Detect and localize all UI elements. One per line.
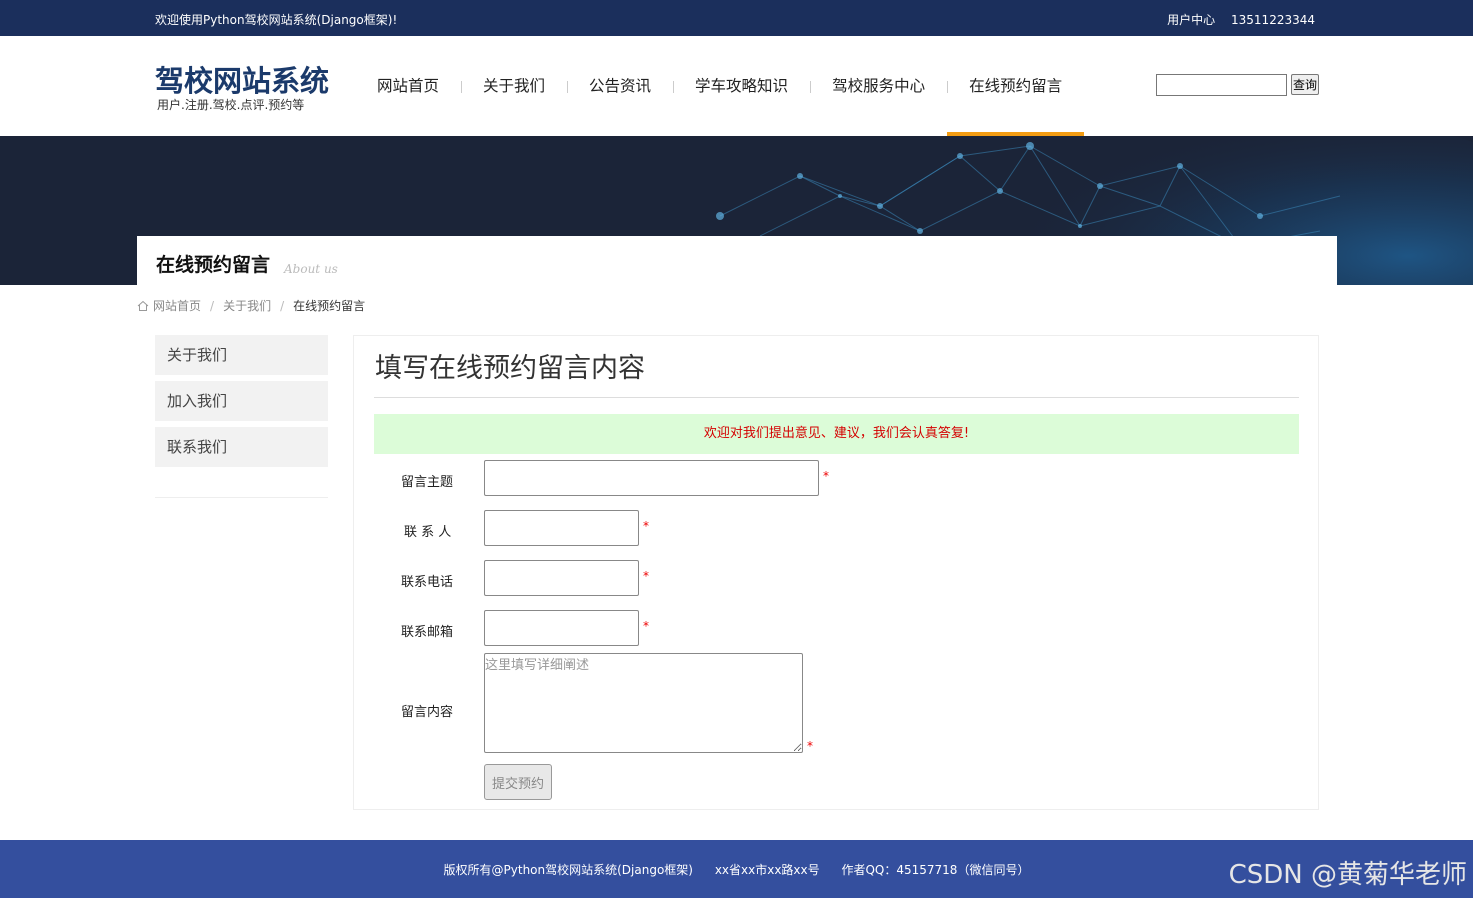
- breadcrumb-home[interactable]: 网站首页: [153, 297, 201, 314]
- sidebar-item-join[interactable]: 加入我们: [155, 381, 328, 421]
- footer-author: 作者QQ：45157718（微信同号）: [841, 863, 1030, 877]
- breadcrumb-separator: /: [280, 298, 285, 313]
- site-logo-subtitle: 用户.注册.驾校.点评.预约等: [157, 98, 305, 112]
- search-button[interactable]: 查询: [1291, 74, 1319, 95]
- phone-label: 联系电话: [401, 575, 454, 590]
- site-logo-title[interactable]: 驾校网站系统: [155, 58, 329, 100]
- breadcrumb-separator: /: [210, 298, 215, 313]
- nav-item-guide[interactable]: 学车攻略知识: [673, 36, 810, 136]
- subject-label: 留言主题: [401, 475, 454, 490]
- site-header: 驾校网站系统 用户.注册.驾校.点评.预约等 网站首页 关于我们 公告资讯 学车…: [0, 36, 1473, 136]
- sidebar-divider: [155, 497, 328, 498]
- breadcrumb-current: 在线预约留言: [293, 299, 366, 313]
- contact-label: 联 系 人: [404, 525, 452, 540]
- page-title: 在线预约留言: [156, 254, 271, 276]
- top-bar: 欢迎使用Python驾校网站系统(Django框架)! 用户中心 1351122…: [0, 0, 1473, 36]
- csdn-watermark: CSDN @黄菊华老师: [1228, 860, 1467, 890]
- email-label: 联系邮箱: [401, 625, 454, 640]
- contact-phone: 13511223344: [1231, 13, 1315, 27]
- subject-input[interactable]: [484, 460, 819, 496]
- page-subtitle: About us: [284, 262, 338, 276]
- footer-address: xx省xx市xx路xx号: [714, 863, 820, 877]
- notice-banner: 欢迎对我们提出意见、建议，我们会认真答复!: [374, 414, 1299, 454]
- breadcrumb: 网站首页 / 关于我们 / 在线预约留言: [137, 297, 365, 314]
- sidebar-item-contact[interactable]: 联系我们: [155, 427, 328, 467]
- nav-item-about[interactable]: 关于我们: [461, 36, 567, 136]
- required-mark: *: [643, 569, 649, 583]
- nav-item-home[interactable]: 网站首页: [355, 36, 461, 136]
- home-icon: [137, 300, 149, 311]
- content-textarea[interactable]: [484, 653, 803, 753]
- required-mark: *: [643, 519, 649, 533]
- welcome-text: 欢迎使用Python驾校网站系统(Django框架)!: [155, 13, 398, 27]
- title-divider: [374, 397, 1299, 398]
- main-nav: 网站首页 关于我们 公告资讯 学车攻略知识 驾校服务中心 在线预约留言: [355, 36, 1085, 136]
- breadcrumb-parent[interactable]: 关于我们: [223, 297, 271, 314]
- content-label: 留言内容: [401, 705, 454, 720]
- footer-copyright: 版权所有@Python驾校网站系统(Django框架): [443, 863, 693, 877]
- nav-item-booking[interactable]: 在线预约留言: [947, 36, 1085, 136]
- required-mark: *: [807, 739, 813, 753]
- required-mark: *: [643, 619, 649, 633]
- email-input[interactable]: [484, 610, 639, 646]
- phone-input[interactable]: [484, 560, 639, 596]
- submit-button[interactable]: 提交预约: [484, 764, 552, 800]
- sidebar: 关于我们 加入我们 联系我们: [155, 335, 328, 498]
- search-input[interactable]: [1156, 74, 1287, 96]
- message-form-panel: 填写在线预约留言内容 欢迎对我们提出意见、建议，我们会认真答复! 留言主题 * …: [353, 335, 1319, 810]
- site-footer: 版权所有@Python驾校网站系统(Django框架) xx省xx市xx路xx号…: [0, 840, 1473, 898]
- contact-input[interactable]: [484, 510, 639, 546]
- page-title-box: 在线预约留言 About us: [137, 236, 1337, 285]
- required-mark: *: [823, 469, 829, 483]
- nav-item-news[interactable]: 公告资讯: [567, 36, 673, 136]
- top-right: 用户中心 13511223344: [1155, 11, 1315, 28]
- form-title: 填写在线预约留言内容: [375, 353, 645, 384]
- user-center-link[interactable]: 用户中心: [1167, 13, 1215, 27]
- sidebar-item-about[interactable]: 关于我们: [155, 335, 328, 375]
- nav-item-service[interactable]: 驾校服务中心: [810, 36, 947, 136]
